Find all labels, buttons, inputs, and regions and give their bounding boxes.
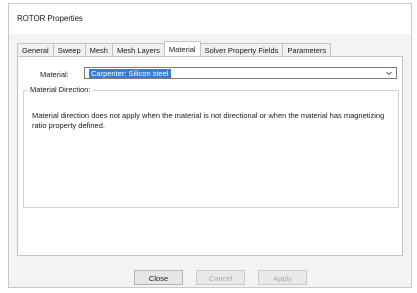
tab-mesh-layers[interactable]: Mesh Layers [111, 43, 165, 56]
material-direction-group: Material Direction: Material direction d… [23, 85, 399, 208]
tab-parameters[interactable]: Parameters [282, 43, 332, 56]
material-label: Material: [40, 70, 69, 79]
tab-strip: General Sweep Mesh Mesh Layers Material … [17, 41, 332, 56]
properties-dialog: ROTOR Properties General Sweep Mesh Mesh… [8, 3, 412, 288]
cancel-button[interactable]: Cancel [196, 270, 245, 285]
title-bar[interactable]: ROTOR Properties [9, 4, 411, 34]
material-tab-panel: Material: Carpenter: Silicon steel Mater… [17, 56, 403, 256]
chevron-down-icon[interactable] [385, 69, 393, 78]
tab-general[interactable]: General [17, 43, 54, 56]
material-selected-value[interactable]: Carpenter: Silicon steel [89, 69, 171, 78]
page: ROTOR Properties General Sweep Mesh Mesh… [0, 0, 417, 293]
apply-button[interactable]: Apply [258, 270, 307, 285]
tab-sweep[interactable]: Sweep [52, 43, 86, 56]
close-button[interactable]: Close [134, 270, 183, 285]
tab-solver-property-fields[interactable]: Solver Property Fields [199, 43, 284, 56]
material-direction-message: Material direction does not apply when t… [32, 111, 385, 130]
dialog-title: ROTOR Properties [17, 14, 83, 23]
tab-material[interactable]: Material [163, 41, 201, 56]
material-direction-title: Material Direction: [28, 85, 93, 94]
material-dropdown[interactable]: Carpenter: Silicon steel [84, 67, 397, 79]
tab-mesh[interactable]: Mesh [84, 43, 113, 56]
